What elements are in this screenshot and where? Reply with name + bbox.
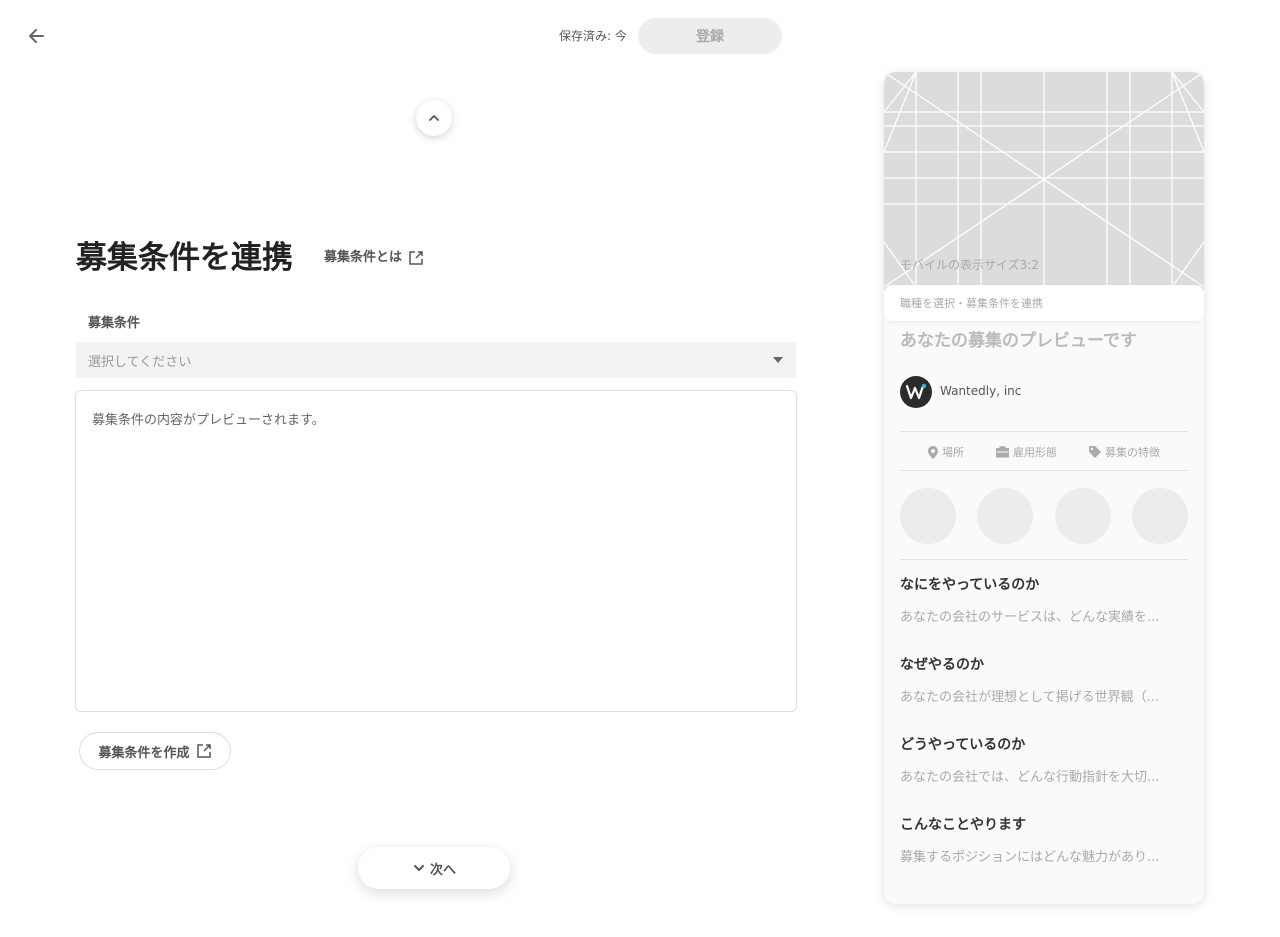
tag-icon <box>1089 446 1101 458</box>
create-condition-button[interactable]: 募集条件を作成 <box>79 732 231 770</box>
caret-down-icon <box>773 357 783 363</box>
next-button-label: 次へ <box>429 862 456 878</box>
external-link-icon <box>196 744 211 758</box>
briefcase-icon <box>996 446 1009 458</box>
member-avatar <box>977 488 1033 544</box>
help-link-label: 募集条件とは <box>324 250 403 265</box>
condition-preview: 募集条件の内容がプレビューされます。 <box>75 390 797 712</box>
occupation-bar: 職種を選択・募集条件を連携 <box>884 285 1204 321</box>
divider <box>900 470 1188 471</box>
next-button[interactable]: 次へ <box>358 847 510 889</box>
chevron-up-icon <box>429 115 439 121</box>
external-link-icon <box>409 251 423 265</box>
wantedly-logo-icon <box>905 383 927 400</box>
job-meta-row: 場所 雇用形態 募集の特徴 <box>900 442 1188 462</box>
section-title: こんなことやります <box>900 817 1026 833</box>
divider <box>900 431 1188 432</box>
meta-features: 募集の特徴 <box>1089 444 1160 460</box>
meta-location: 場所 <box>928 444 964 460</box>
section-text: あなたの会社が理想として掲げる世界観（... <box>900 690 1160 705</box>
job-preview-card: モバイルの表示サイズ3:2 職種を選択・募集条件を連携 あなたの募集のプレビュー… <box>884 72 1204 904</box>
scroll-up-button[interactable] <box>416 100 452 136</box>
occupation-bar-text: 職種を選択・募集条件を連携 <box>900 297 1043 310</box>
company-name: Wantedly, inc <box>940 384 1022 398</box>
section-text: あなたの会社では、どんな行動指針を大切... <box>900 770 1160 785</box>
section-title: どうやっているのか <box>900 737 1026 753</box>
preview-title: あなたの募集のプレビューです <box>900 331 1137 351</box>
member-avatar <box>1132 488 1188 544</box>
location-pin-icon <box>928 445 938 459</box>
page-title: 募集条件を連携 <box>76 240 293 276</box>
condition-select[interactable]: 選択してください <box>76 342 796 378</box>
section-text: 募集するポジションにはどんな魅力があり... <box>900 850 1160 865</box>
chevron-down-icon <box>413 865 424 871</box>
member-avatar <box>900 488 956 544</box>
image-size-caption: モバイルの表示サイズ3:2 <box>900 258 1039 272</box>
member-avatar <box>1055 488 1111 544</box>
help-link[interactable]: 募集条件とは <box>324 248 424 268</box>
company-logo <box>900 376 932 408</box>
section-text: あなたの会社のサービスは、どんな実績を... <box>900 610 1160 625</box>
field-label: 募集条件 <box>88 316 141 331</box>
create-condition-label: 募集条件を作成 <box>98 745 190 761</box>
back-button[interactable] <box>24 24 48 48</box>
save-status: 保存済み: 今 <box>559 29 627 43</box>
register-button[interactable]: 登録 <box>638 18 782 54</box>
preview-placeholder-text: 募集条件の内容がプレビューされます。 <box>92 413 325 428</box>
section-title: なにをやっているのか <box>900 577 1040 593</box>
select-placeholder: 選択してください <box>88 354 192 370</box>
meta-employment-type: 雇用形態 <box>996 444 1057 460</box>
divider <box>900 559 1188 560</box>
arrow-left-icon <box>29 29 44 43</box>
section-title: なぜやるのか <box>900 657 984 673</box>
